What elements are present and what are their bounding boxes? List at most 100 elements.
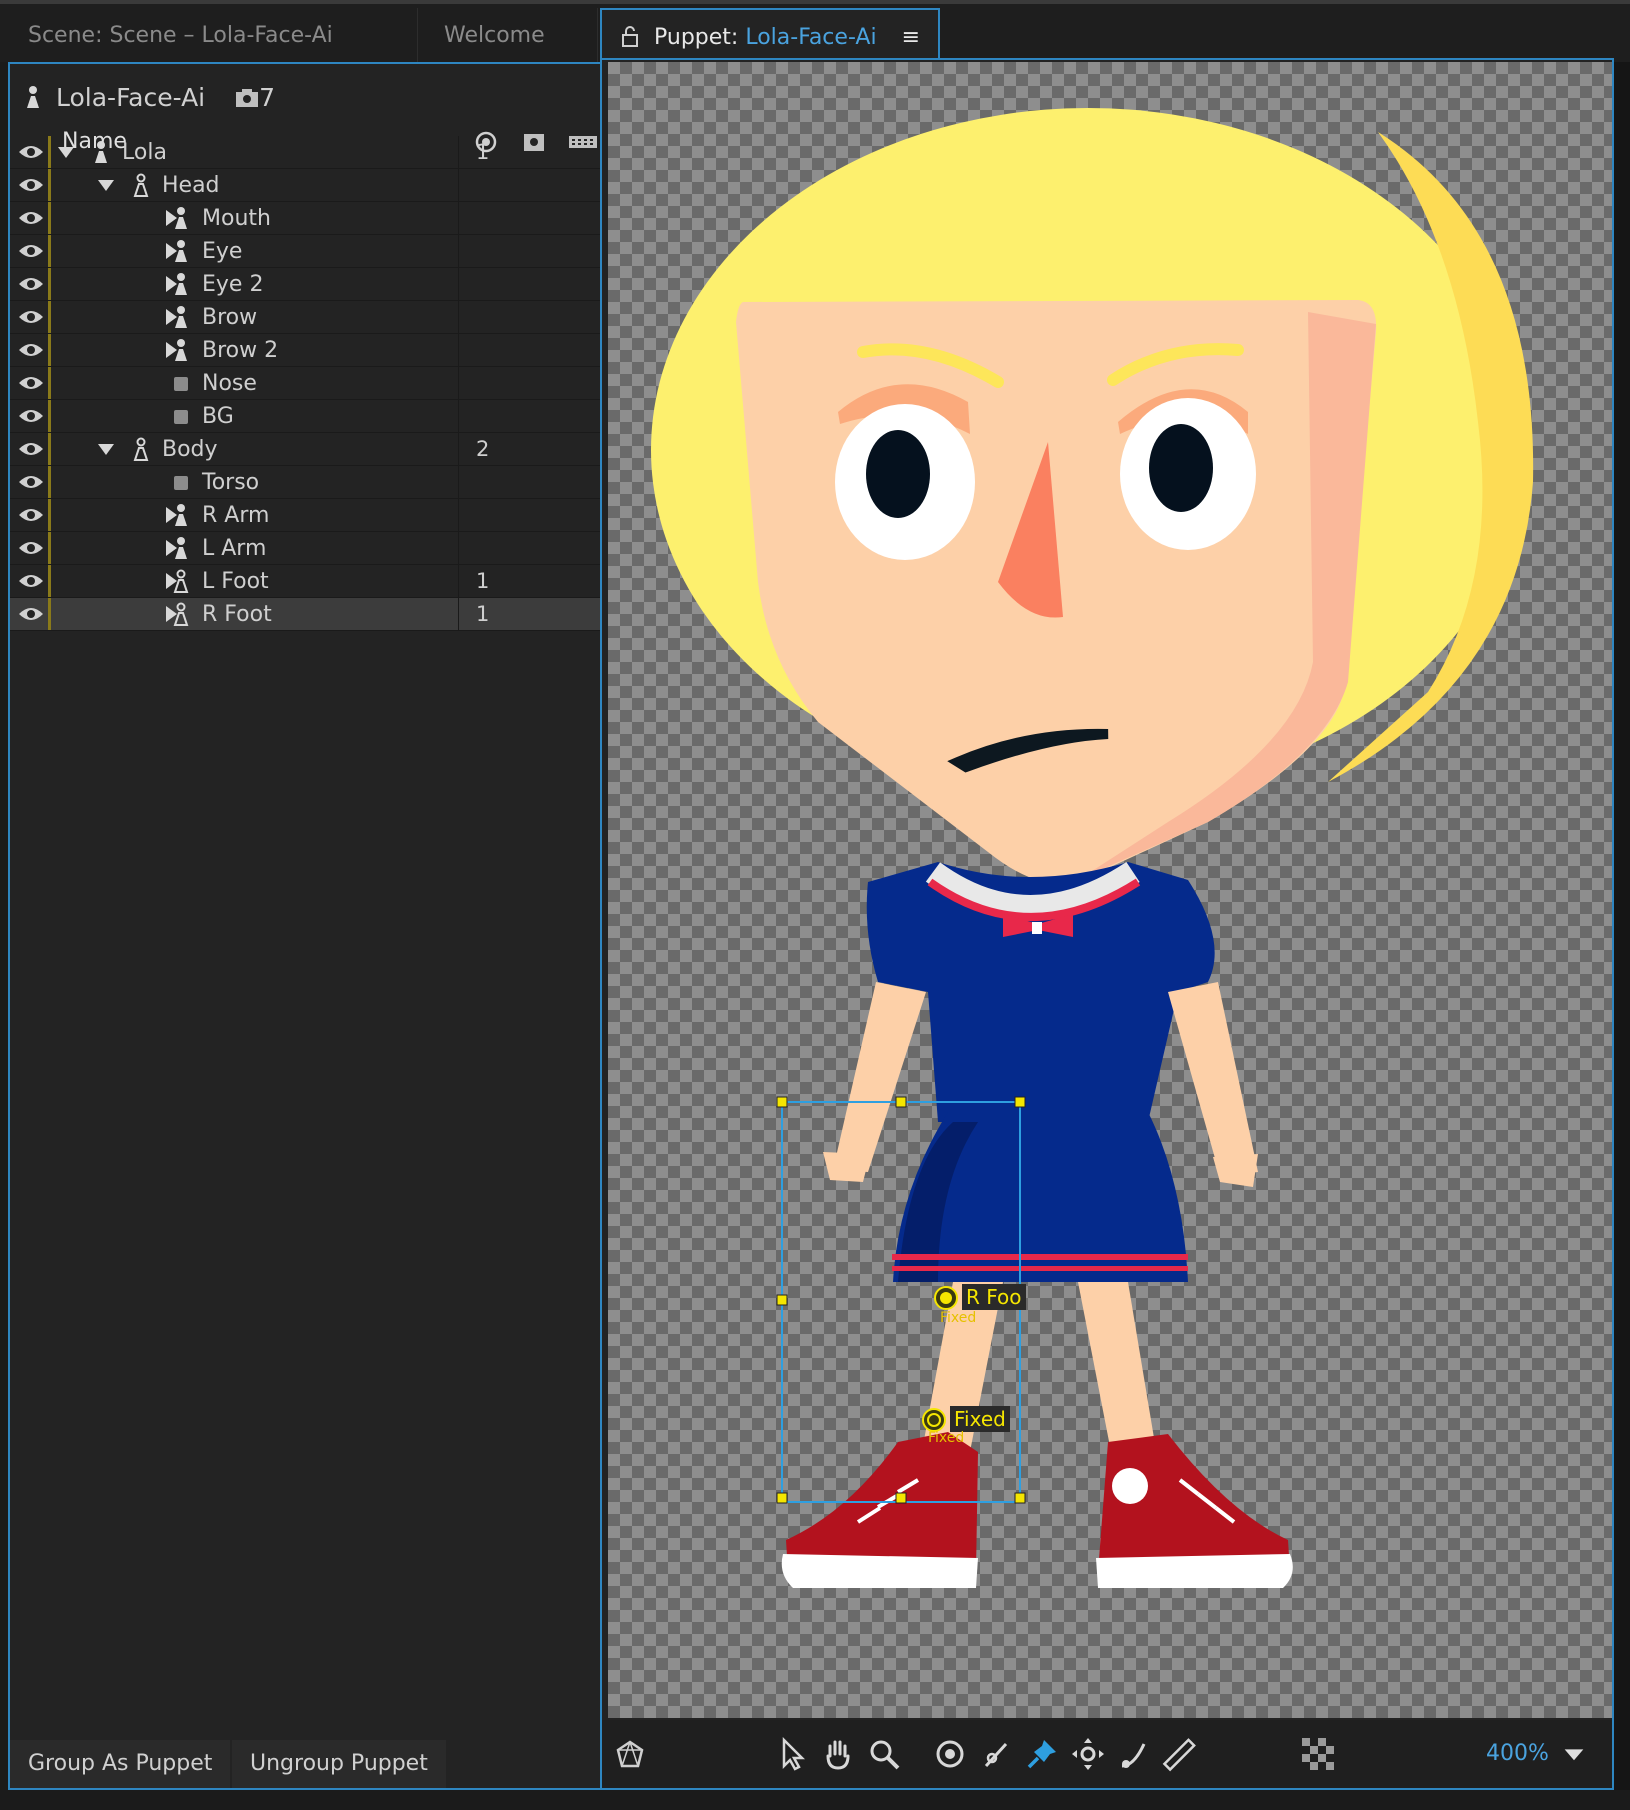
- puppet-layer-panel: Lola-Face-Ai 7 Name Lola 1 Head Mouth Eye Eye…: [8, 62, 602, 1790]
- layer-row[interactable]: R Foot 1: [10, 598, 602, 631]
- selection-bounds[interactable]: [608, 62, 1612, 1718]
- visibility-eye-icon[interactable]: [18, 144, 44, 160]
- layer-name: Brow 2: [202, 338, 279, 363]
- layer-count: 2: [476, 437, 490, 461]
- puppet-icon: [175, 306, 187, 328]
- column-divider: [458, 301, 459, 334]
- column-divider: [458, 169, 459, 202]
- collapse-arrow-icon[interactable]: [98, 180, 114, 191]
- origin-handle-label: R Foo: [962, 1284, 1026, 1310]
- layer-color-bar: [48, 268, 51, 300]
- column-divider: [458, 202, 459, 235]
- visibility-eye-icon[interactable]: [18, 210, 44, 226]
- layer-name: R Foot: [202, 602, 272, 627]
- pin-tool-icon[interactable]: [1024, 1736, 1060, 1772]
- visibility-eye-icon[interactable]: [18, 507, 44, 523]
- puppet-view-panel: R Foo Fixed Fixed Fixed 400%: [600, 58, 1614, 1790]
- layer-name: Brow: [202, 305, 258, 330]
- camera-count-value: 7: [259, 83, 275, 112]
- column-divider: [458, 499, 459, 532]
- column-divider: [458, 235, 459, 268]
- visibility-eye-icon[interactable]: [18, 606, 44, 622]
- layer-name: R Arm: [202, 503, 270, 528]
- layer-row[interactable]: L Foot 1: [10, 565, 602, 598]
- layer-icon: [174, 476, 188, 490]
- layer-color-bar: [48, 169, 51, 201]
- visibility-eye-icon[interactable]: [18, 474, 44, 490]
- layer-row[interactable]: Eye 2: [10, 268, 602, 301]
- select-tool-icon[interactable]: [774, 1736, 810, 1772]
- column-divider: [458, 400, 459, 433]
- transparency-grid-icon[interactable]: [1300, 1736, 1336, 1772]
- layer-color-bar: [48, 235, 51, 267]
- puppet-header: Lola-Face-Ai 7: [24, 78, 275, 118]
- collapse-arrow-icon[interactable]: [98, 444, 114, 455]
- dangle-tool-icon[interactable]: [978, 1736, 1014, 1772]
- stick-tool-icon[interactable]: [1162, 1736, 1198, 1772]
- tab-welcome[interactable]: Welcome: [420, 8, 598, 64]
- panel-menu-icon[interactable]: ≡: [902, 25, 920, 50]
- ungroup-puppet-button[interactable]: Ungroup Puppet: [232, 1740, 446, 1788]
- puppet-canvas[interactable]: R Foo Fixed Fixed Fixed: [608, 62, 1612, 1718]
- draggable-tool-icon[interactable]: [1116, 1736, 1152, 1772]
- layer-name: BG: [202, 404, 234, 429]
- layer-row[interactable]: R Arm: [10, 499, 602, 532]
- origin-tool-icon[interactable]: [932, 1736, 968, 1772]
- visibility-eye-icon[interactable]: [18, 177, 44, 193]
- layer-color-bar: [48, 598, 51, 630]
- layer-name: Body: [162, 437, 218, 462]
- origin-handle-tag: Fixed: [940, 1310, 977, 1326]
- group-puppet-icon: [133, 173, 149, 197]
- layer-name: Eye: [202, 239, 243, 264]
- zoom-dropdown-icon[interactable]: [1560, 1740, 1588, 1768]
- layer-row[interactable]: Torso: [10, 466, 602, 499]
- zoom-level[interactable]: 400%: [1486, 1734, 1549, 1774]
- tab-puppet-prefix: Puppet:: [654, 25, 739, 50]
- layer-name: Mouth: [202, 206, 271, 231]
- view-mesh-icon[interactable]: [612, 1736, 648, 1772]
- layer-row[interactable]: L Arm: [10, 532, 602, 565]
- unlock-icon[interactable]: [620, 25, 640, 47]
- layer-row[interactable]: Mouth: [10, 202, 602, 235]
- layer-color-bar: [48, 565, 51, 597]
- column-divider: [458, 136, 459, 169]
- layer-row[interactable]: Eye: [10, 235, 602, 268]
- visibility-eye-icon[interactable]: [18, 276, 44, 292]
- visibility-eye-icon[interactable]: [18, 540, 44, 556]
- layer-row[interactable]: Body 2: [10, 433, 602, 466]
- layer-row[interactable]: Brow: [10, 301, 602, 334]
- layer-count: 1: [476, 569, 490, 593]
- puppet-icon: [95, 141, 107, 163]
- layer-row[interactable]: Brow 2: [10, 334, 602, 367]
- group-puppet-icon: [133, 437, 149, 461]
- layer-row[interactable]: Nose: [10, 367, 602, 400]
- visibility-eye-icon[interactable]: [18, 441, 44, 457]
- layer-name: L Arm: [202, 536, 267, 561]
- collapse-arrow-icon[interactable]: [58, 147, 74, 158]
- layer-color-bar: [48, 532, 51, 564]
- layer-color-bar: [48, 400, 51, 432]
- layer-row[interactable]: Head: [10, 169, 602, 202]
- visibility-eye-icon[interactable]: [18, 309, 44, 325]
- zoom-tool-icon[interactable]: [866, 1736, 902, 1772]
- visibility-eye-icon[interactable]: [18, 243, 44, 259]
- layer-color-bar: [48, 466, 51, 498]
- layer-count: 1: [476, 140, 490, 164]
- tab-scene[interactable]: Scene: Scene – Lola-Face-Ai: [4, 8, 418, 64]
- hand-tool-icon[interactable]: [820, 1736, 856, 1772]
- visibility-eye-icon[interactable]: [18, 408, 44, 424]
- layer-row[interactable]: Lola 1: [10, 136, 602, 169]
- layer-name: Torso: [202, 470, 260, 495]
- layer-color-bar: [48, 301, 51, 333]
- layer-name: Lola: [122, 140, 167, 165]
- tab-puppet[interactable]: Puppet: Lola-Face-Ai ≡: [600, 8, 940, 64]
- visibility-eye-icon[interactable]: [18, 342, 44, 358]
- layer-color-bar: [48, 367, 51, 399]
- visibility-eye-icon[interactable]: [18, 375, 44, 391]
- visibility-eye-icon[interactable]: [18, 573, 44, 589]
- layer-color-bar: [48, 202, 51, 234]
- layer-row[interactable]: BG: [10, 400, 602, 433]
- group-as-puppet-button[interactable]: Group As Puppet: [10, 1740, 231, 1788]
- warp-tool-icon[interactable]: [1070, 1736, 1106, 1772]
- column-divider: [458, 334, 459, 367]
